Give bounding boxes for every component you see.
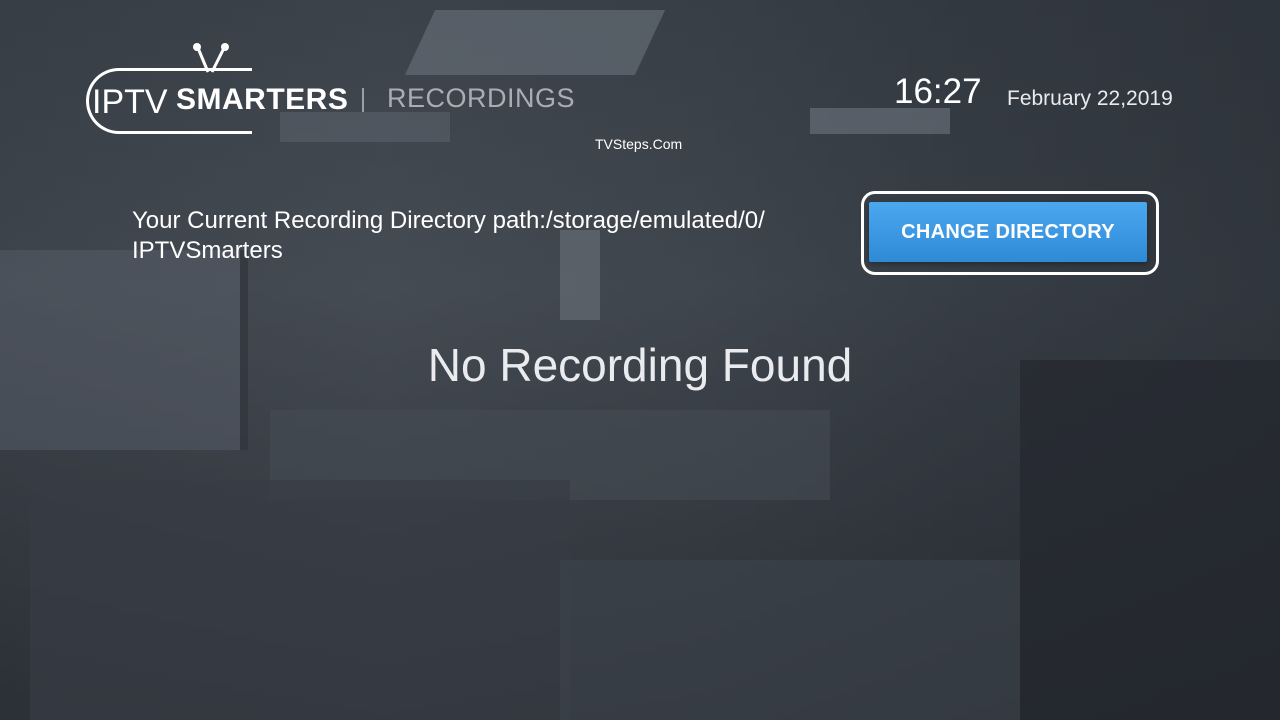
logo-text-smarters: SMARTERS — [176, 83, 349, 116]
clock-date: February 22,2019 — [1007, 87, 1173, 110]
background-desk — [30, 480, 570, 720]
background-cabinet — [1020, 360, 1280, 720]
watermark-text: TVSteps.Com — [595, 136, 683, 152]
background-desk — [560, 560, 1020, 720]
background-ceiling-light — [404, 10, 666, 75]
empty-state-message: No Recording Found — [427, 339, 853, 391]
header-divider — [362, 88, 364, 112]
app-logo: IPTV SMARTERS — [86, 42, 349, 138]
change-directory-button[interactable]: CHANGE DIRECTORY — [869, 202, 1147, 262]
recording-directory-path: Your Current Recording Directory path:/s… — [132, 207, 765, 264]
clock-time: 16:27 — [894, 72, 982, 111]
recordings-screen: IPTV SMARTERS RECORDINGS 16:27 February … — [0, 0, 1280, 720]
page-title: RECORDINGS — [387, 83, 576, 113]
logo-text-iptv: IPTV — [92, 83, 168, 121]
